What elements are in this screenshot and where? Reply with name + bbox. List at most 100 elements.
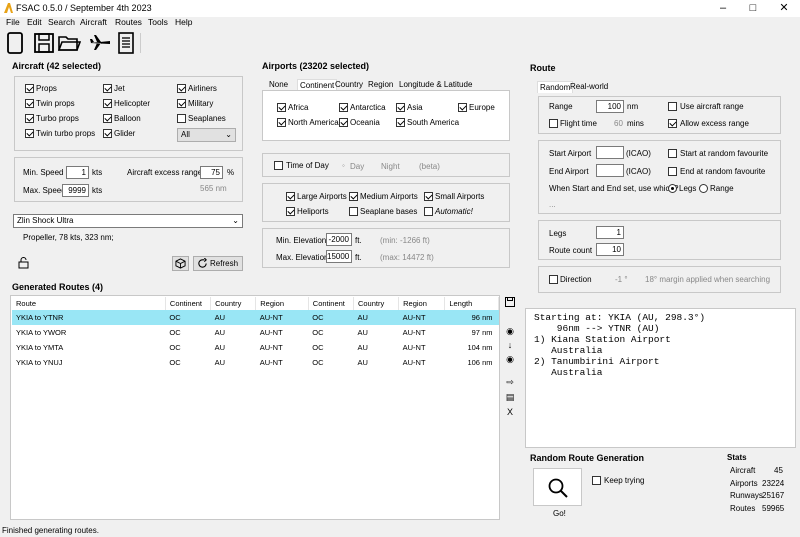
start-random-favourite-label: Start at random favourite (680, 149, 769, 158)
use-aircraft-range-checkbox[interactable] (668, 102, 677, 111)
table-row[interactable]: YKIA to YWOR OC AU AU-NT OC AU AU-NT 97 nm (12, 325, 499, 340)
keep-trying-checkbox[interactable] (592, 476, 601, 485)
globe-icon[interactable]: ◉ (503, 325, 517, 338)
seaplane-bases-checkbox[interactable] (349, 207, 358, 216)
tab-longitude-latitude[interactable]: Longitude & Latitude (399, 80, 472, 89)
lock-icon[interactable] (18, 257, 29, 269)
military-checkbox[interactable] (177, 99, 186, 108)
seaplanes-checkbox[interactable] (177, 114, 186, 123)
turbo-props-checkbox[interactable] (25, 114, 34, 123)
selected-aircraft: Zlin Shock Ultra (17, 216, 74, 225)
route-count-input[interactable]: 10 (596, 243, 624, 256)
new-file-icon[interactable] (3, 31, 27, 55)
refresh-button[interactable]: Refresh (193, 256, 243, 271)
flight-time-checkbox[interactable] (549, 119, 558, 128)
col-start-continent[interactable]: Continent (165, 297, 212, 310)
table-row[interactable]: YKIA to YNUJ OC AU AU-NT OC AU AU-NT 106 nm (12, 355, 499, 370)
menu-routes[interactable]: Routes (115, 17, 142, 27)
stats-airports-value: 23224 (762, 479, 785, 488)
menu-help[interactable]: Help (175, 17, 192, 27)
cell: AU-NT (259, 328, 283, 337)
day-radio-dot[interactable]: ◦ (342, 161, 345, 170)
allow-excess-range-checkbox[interactable] (668, 119, 677, 128)
antarctica-checkbox[interactable] (339, 103, 348, 112)
cube-button[interactable] (172, 256, 189, 271)
legs-input[interactable]: 1 (596, 226, 624, 239)
min-speed-input[interactable]: 1 (66, 166, 89, 179)
arrow-down-icon[interactable]: ↓ (503, 339, 517, 352)
tab-region[interactable]: Region (368, 80, 393, 89)
automatic-checkbox[interactable] (424, 207, 433, 216)
max-speed-input[interactable]: 9999 (62, 184, 89, 197)
glider-checkbox[interactable] (103, 129, 112, 138)
col-end-country[interactable]: Country (353, 297, 400, 310)
tab-real-world[interactable]: Real-world (570, 82, 608, 91)
excess-range-input[interactable]: 75 (200, 166, 223, 179)
col-end-continent[interactable]: Continent (308, 297, 354, 310)
helicopter-checkbox[interactable] (103, 99, 112, 108)
tab-random[interactable]: Random (537, 81, 574, 93)
direction-checkbox[interactable] (549, 275, 558, 284)
aircraft-filter-dropdown[interactable]: All ⌄ (177, 128, 236, 142)
tab-country[interactable]: Country (335, 80, 363, 89)
table-row[interactable]: YKIA to YTNR OC AU AU-NT OC AU AU-NT 96 nm (12, 310, 499, 325)
legs-radio[interactable] (668, 184, 677, 193)
map-icon[interactable]: ◉ (503, 353, 517, 366)
menu-tools[interactable]: Tools (148, 17, 168, 27)
menu-aircraft[interactable]: Aircraft (80, 17, 107, 27)
col-end-region[interactable]: Region (398, 297, 446, 310)
col-route[interactable]: Route (12, 297, 166, 310)
heliports-checkbox[interactable] (286, 207, 295, 216)
time-of-day-checkbox[interactable] (274, 161, 283, 170)
go-button[interactable] (533, 468, 582, 506)
export-document-icon[interactable]: ▤ (503, 391, 517, 404)
minimize-icon[interactable]: – (708, 0, 738, 17)
maximize-icon[interactable]: □ (738, 0, 768, 17)
start-airport-input[interactable] (596, 146, 624, 159)
balloon-checkbox[interactable] (103, 114, 112, 123)
europe-checkbox[interactable] (458, 103, 467, 112)
close-icon[interactable]: ✕ (769, 0, 799, 17)
oceania-checkbox[interactable] (339, 118, 348, 127)
col-length[interactable]: Length (444, 297, 499, 310)
large-airports-checkbox[interactable] (286, 192, 295, 201)
delete-x-icon[interactable]: X (503, 406, 517, 419)
airliners-checkbox[interactable] (177, 84, 186, 93)
open-folder-icon[interactable] (57, 31, 81, 55)
twin-props-checkbox[interactable] (25, 99, 34, 108)
small-airports-checkbox[interactable] (424, 192, 433, 201)
menu-edit[interactable]: Edit (27, 17, 42, 27)
col-start-country[interactable]: Country (210, 297, 257, 310)
end-random-favourite-checkbox[interactable] (668, 167, 677, 176)
min-elevation-input[interactable]: -2000 (326, 233, 352, 246)
elevation-panel (262, 228, 510, 268)
medium-airports-checkbox[interactable] (349, 192, 358, 201)
asia-checkbox[interactable] (396, 103, 405, 112)
twin-turbo-props-checkbox[interactable] (25, 129, 34, 138)
south-america-checkbox[interactable] (396, 118, 405, 127)
props-checkbox[interactable] (25, 84, 34, 93)
table-row[interactable]: YKIA to YMTA OC AU AU-NT OC AU AU-NT 104 nm (12, 340, 499, 355)
col-start-region[interactable]: Region (255, 297, 309, 310)
arrow-right-icon[interactable]: ⇨ (503, 376, 517, 389)
north-america-checkbox[interactable] (277, 118, 286, 127)
end-airport-input[interactable] (596, 164, 624, 177)
menu-file[interactable]: File (6, 17, 20, 27)
max-elevation-input[interactable]: 15000 (326, 250, 352, 263)
jet-checkbox[interactable] (103, 84, 112, 93)
toolbar-separator (140, 33, 141, 53)
save-icon[interactable] (32, 31, 56, 55)
aircraft-info: Propeller, 78 kts, 323 nm; (23, 233, 114, 242)
range-input[interactable]: 100 (596, 100, 624, 113)
save-routes-icon[interactable] (503, 297, 517, 310)
aircraft-select-dropdown[interactable]: Zlin Shock Ultra ⌄ (13, 214, 243, 228)
start-random-favourite-checkbox[interactable] (668, 149, 677, 158)
menu-search[interactable]: Search (48, 17, 75, 27)
airplane-icon[interactable] (88, 31, 112, 55)
africa-checkbox[interactable] (277, 103, 286, 112)
glider-label: Glider (114, 129, 136, 138)
tab-none[interactable]: None (269, 80, 288, 89)
document-icon[interactable] (114, 31, 138, 55)
cell: AU-NT (402, 343, 426, 352)
range-radio[interactable] (699, 184, 708, 193)
